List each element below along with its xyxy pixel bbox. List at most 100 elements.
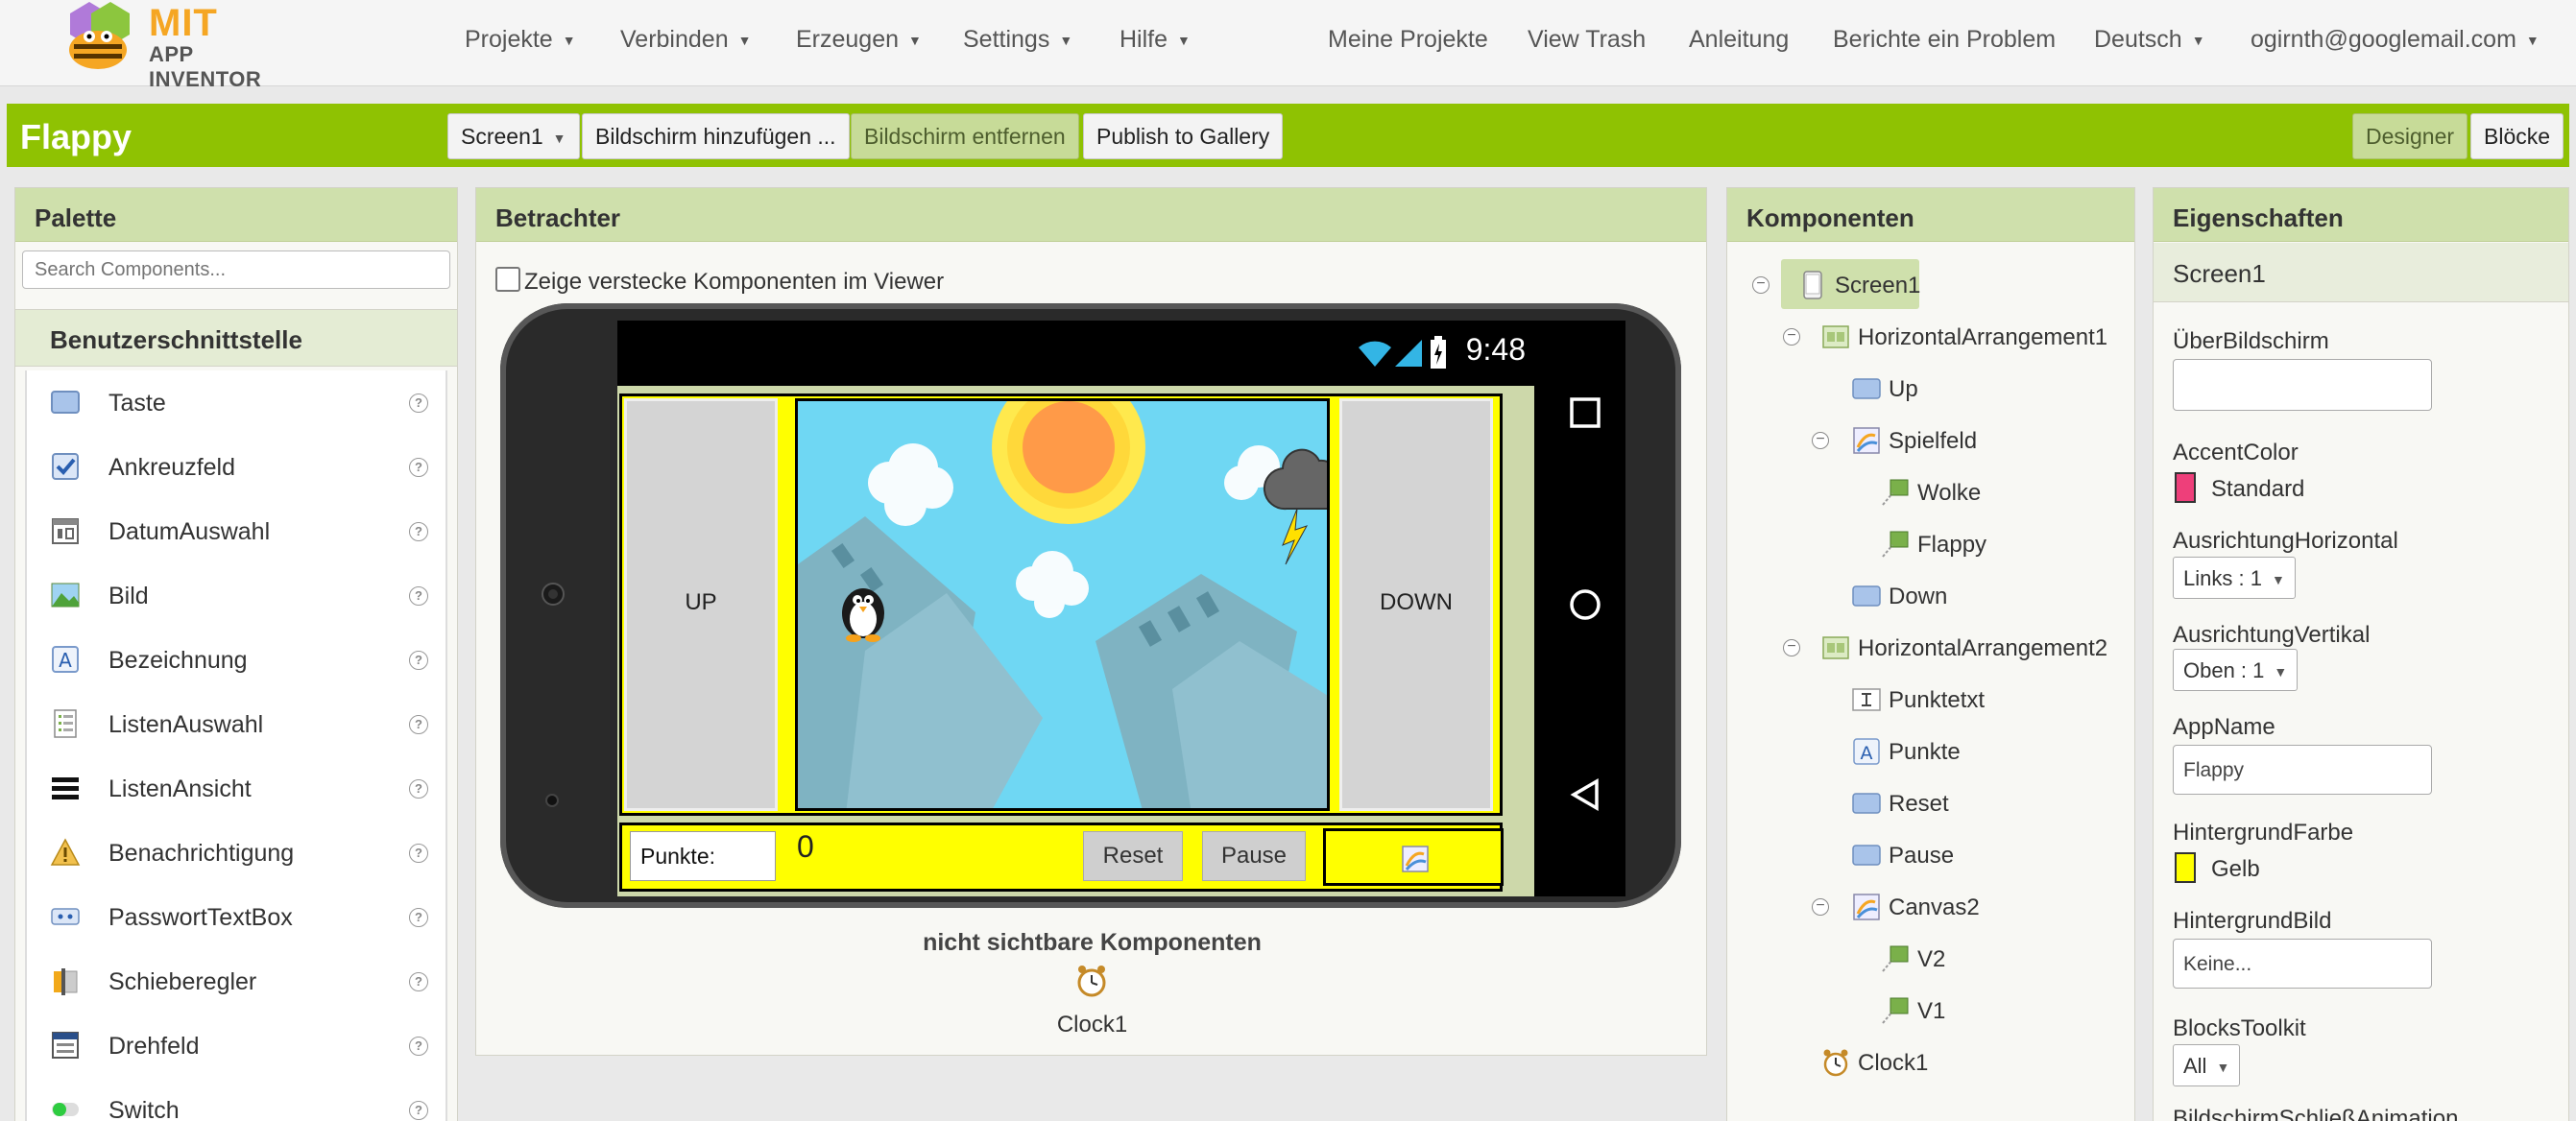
- tree-node-label: HorizontalArrangement1: [1858, 324, 2108, 350]
- palette-item-benachrichtigung[interactable]: Benachrichtigung ?: [27, 821, 449, 885]
- palette-item-label: ListenAuswahl: [108, 711, 264, 738]
- android-recents-icon[interactable]: [1568, 395, 1602, 430]
- password-icon: [51, 908, 80, 925]
- add-screen-button[interactable]: Bildschirm hinzufügen ...: [582, 113, 850, 159]
- prop-accent-value[interactable]: Standard: [2211, 476, 2304, 503]
- label-icon: A: [1853, 738, 1880, 765]
- prop-about-label: ÜberBildschirm: [2173, 328, 2329, 354]
- switch-icon: [52, 1103, 79, 1116]
- palette-item-datumauswahl[interactable]: DatumAuswahl ?: [27, 499, 449, 563]
- link-view-trash[interactable]: View Trash: [1528, 26, 1646, 54]
- prop-bgcolor-value[interactable]: Gelb: [2211, 856, 2260, 883]
- palette-panel: Palette Benutzerschnittstelle Taste ? An…: [14, 187, 458, 1121]
- nonvisible-clock-label[interactable]: Clock1: [476, 1012, 1708, 1038]
- palette-item-listenansicht[interactable]: ListenAnsicht ?: [27, 756, 449, 821]
- tree-node-label: Punkte: [1889, 739, 1961, 765]
- help-icon[interactable]: ?: [409, 458, 428, 477]
- collapse-toggle-icon[interactable]: −: [1783, 639, 1800, 656]
- prop-bgimage-input[interactable]: Keine...: [2173, 939, 2432, 989]
- link-anleitung[interactable]: Anleitung: [1689, 26, 1789, 54]
- menu-verbinden[interactable]: Verbinden ▼: [620, 26, 751, 54]
- collapse-toggle-icon[interactable]: −: [1783, 328, 1800, 346]
- help-icon[interactable]: ?: [409, 908, 428, 927]
- help-icon[interactable]: ?: [409, 972, 428, 991]
- remove-screen-button[interactable]: Bildschirm entfernen: [851, 113, 1079, 159]
- collapse-toggle-icon[interactable]: −: [1752, 276, 1769, 294]
- canvas-icon: [1853, 894, 1880, 920]
- palette-component-list: Taste ? Ankreuzfeld ? DatumAuswahl ? Bil…: [25, 370, 447, 1121]
- score-textbox[interactable]: Punkte:: [630, 831, 776, 881]
- spielfeld-canvas[interactable]: [795, 398, 1330, 811]
- help-icon[interactable]: ?: [409, 522, 428, 541]
- logo-mit-text: MIT: [149, 2, 218, 44]
- tree-node-label: Reset: [1889, 791, 1949, 817]
- link-report-problem[interactable]: Berichte ein Problem: [1833, 26, 2056, 54]
- publish-gallery-button[interactable]: Publish to Gallery: [1083, 113, 1284, 159]
- menu-settings[interactable]: Settings ▼: [963, 26, 1072, 54]
- show-hidden-components-checkbox[interactable]: [495, 267, 520, 292]
- palette-item-drehfeld[interactable]: Drehfeld ?: [27, 1014, 449, 1078]
- palette-category-user-interface[interactable]: Benutzerschnittstelle: [15, 309, 457, 367]
- properties-panel: Eigenschaften Screen1 ÜberBildschirm Acc…: [2153, 187, 2569, 1121]
- palette-item-passworttextbox[interactable]: PasswortTextBox ?: [27, 885, 449, 949]
- help-icon[interactable]: ?: [409, 651, 428, 670]
- prop-align-h-select[interactable]: Links : 1 ▼: [2173, 557, 2296, 599]
- prop-about-textarea[interactable]: [2173, 359, 2432, 411]
- caret-down-icon: ▼: [1177, 33, 1191, 49]
- reset-button[interactable]: Reset: [1083, 831, 1183, 881]
- up-button[interactable]: UP: [624, 398, 778, 811]
- spinner-icon: [52, 1032, 79, 1059]
- palette-item-ankreuzfeld[interactable]: Ankreuzfeld ?: [27, 435, 449, 499]
- designer-button[interactable]: Designer: [2352, 113, 2468, 159]
- caret-down-icon: ▼: [737, 33, 752, 49]
- canvas2[interactable]: [1323, 828, 1504, 886]
- help-icon[interactable]: ?: [409, 844, 428, 863]
- palette-item-label: Bild: [108, 583, 149, 609]
- palette-item-schieberegler[interactable]: Schieberegler ?: [27, 949, 449, 1014]
- help-icon[interactable]: ?: [409, 394, 428, 413]
- palette-item-listenauswahl[interactable]: ListenAuswahl ?: [27, 692, 449, 756]
- android-back-icon[interactable]: [1568, 777, 1602, 812]
- help-icon[interactable]: ?: [409, 1101, 428, 1120]
- palette-search-input[interactable]: [22, 250, 450, 289]
- menu-user-account[interactable]: ogirnth@googlemail.com ▼: [2251, 26, 2540, 54]
- flappy-penguin-sprite[interactable]: [834, 579, 892, 642]
- background-color-swatch[interactable]: [2175, 852, 2196, 883]
- screen-select-dropdown[interactable]: Screen1 ▼: [447, 113, 580, 159]
- app-inventor-logo[interactable]: MIT APP INVENTOR: [53, 0, 302, 91]
- palette-item-label: Ankreuzfeld: [108, 454, 236, 481]
- palette-item-bild[interactable]: Bild ?: [27, 563, 449, 628]
- palette-item-label: Benachrichtigung: [108, 840, 295, 867]
- collapse-toggle-icon[interactable]: −: [1812, 432, 1829, 449]
- prop-toolkit-select[interactable]: All ▼: [2173, 1044, 2241, 1086]
- help-icon[interactable]: ?: [409, 586, 428, 606]
- collapse-toggle-icon[interactable]: −: [1812, 898, 1829, 916]
- prop-appname-input[interactable]: Flappy: [2173, 745, 2432, 795]
- menu-projekte[interactable]: Projekte ▼: [465, 26, 576, 54]
- menu-language[interactable]: Deutsch ▼: [2094, 26, 2205, 54]
- palette-item-taste[interactable]: Taste ?: [27, 370, 449, 435]
- phone-screen: 9:48 UP DOWN Punkte: 0 Reset Pause: [617, 321, 1625, 896]
- palette-item-bezeichnung[interactable]: A Bezeichnung ?: [27, 628, 449, 692]
- help-icon[interactable]: ?: [409, 715, 428, 734]
- help-icon[interactable]: ?: [409, 779, 428, 799]
- clock-icon[interactable]: [1074, 964, 1109, 998]
- pause-button[interactable]: Pause: [1202, 831, 1306, 881]
- menu-erzeugen[interactable]: Erzeugen ▼: [796, 26, 922, 54]
- android-home-icon[interactable]: [1568, 587, 1602, 622]
- blocks-button[interactable]: Blöcke: [2470, 113, 2564, 159]
- accent-color-swatch[interactable]: [2175, 472, 2196, 503]
- palette-item-switch[interactable]: Switch ?: [27, 1078, 449, 1121]
- tree-node-label: Down: [1889, 584, 1948, 609]
- menu-hilfe[interactable]: Hilfe ▼: [1119, 26, 1191, 54]
- menu-label: Settings: [963, 26, 1050, 53]
- prop-align-v-label: AusrichtungVertikal: [2173, 622, 2371, 648]
- listpicker-icon: [54, 709, 77, 738]
- help-icon[interactable]: ?: [409, 1037, 428, 1056]
- prop-align-v-select[interactable]: Oben : 1 ▼: [2173, 649, 2299, 691]
- viewer-title: Betrachter: [476, 188, 1706, 242]
- down-button[interactable]: DOWN: [1339, 398, 1493, 811]
- select-value: All: [2183, 1054, 2207, 1078]
- phone-camera-icon: [542, 583, 565, 606]
- link-meine-projekte[interactable]: Meine Projekte: [1328, 26, 1488, 54]
